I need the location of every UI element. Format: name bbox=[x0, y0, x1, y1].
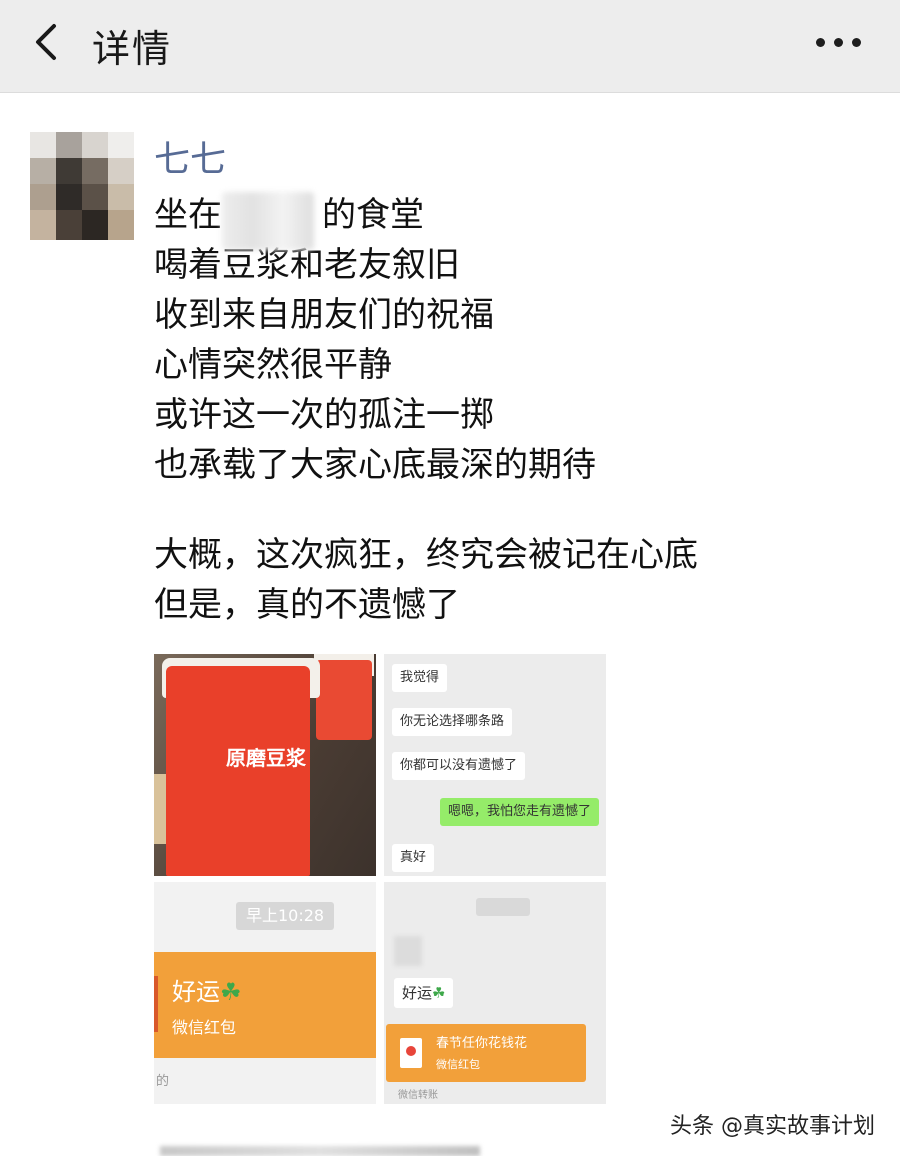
red-packet-label: 微信红包 bbox=[172, 1018, 237, 1037]
red-packet-label: 微信红包 bbox=[436, 1058, 480, 1071]
avatar[interactable] bbox=[30, 132, 134, 240]
cropped-footer bbox=[160, 1146, 480, 1156]
post-text: 坐在 的食堂 喝着豆浆和老友叙旧 收到来自朋友们的祝福 心情突然很平静 或许这一次… bbox=[154, 190, 854, 630]
redacted-blur bbox=[222, 192, 314, 250]
post-line: 大概，这次疯狂，终究会被记在心底 bbox=[154, 535, 698, 575]
author-name[interactable]: 七七 bbox=[154, 130, 226, 182]
red-packet-title: 春节任你花钱花 bbox=[436, 1036, 528, 1051]
red-packet-chat-screenshot[interactable]: 好运☘ 春节任你花钱花 微信红包 微信转账 bbox=[384, 882, 606, 1104]
chat-timestamp bbox=[476, 898, 530, 916]
chat-timestamp: 早上10:28 bbox=[236, 902, 335, 930]
post-line: 心情突然很平静 bbox=[154, 345, 392, 385]
chat-bubble: 真好 bbox=[392, 844, 435, 872]
transfer-tag: 微信转账 bbox=[398, 1090, 438, 1101]
chat-bubble-self: 嗯嗯，我怕您走有遗憾了 bbox=[440, 798, 600, 826]
cup-brand-text: 原磨豆浆 bbox=[226, 746, 306, 770]
red-envelope-icon bbox=[400, 1038, 422, 1068]
watermark: 头条 @真实故事计划 bbox=[670, 1114, 875, 1139]
top-bar: 详情 bbox=[0, 0, 900, 93]
page-title: 详情 bbox=[92, 27, 173, 71]
avatar bbox=[394, 936, 422, 966]
red-packet-card: 春节任你花钱花 微信红包 bbox=[386, 1024, 586, 1082]
chat-bubble: 我觉得 bbox=[392, 664, 448, 692]
clover-icon: ☘ bbox=[432, 984, 446, 1002]
good-luck-text: 好运 bbox=[172, 978, 220, 1006]
chat-bubble: 你无论选择哪条路 bbox=[392, 708, 513, 736]
post-line: 或许这一次的孤注一掷 bbox=[154, 395, 494, 435]
chat-screenshot[interactable]: 我觉得 你无论选择哪条路 你都可以没有遗憾了 嗯嗯，我怕您走有遗憾了 真好 bbox=[384, 654, 606, 876]
post-line: 也承载了大家心底最深的期待 bbox=[154, 445, 596, 485]
clover-icon: ☘ bbox=[220, 978, 242, 1006]
red-packet-card: 好运☘ 微信红包 bbox=[154, 952, 376, 1058]
chat-bubble: 你都可以没有遗憾了 bbox=[392, 752, 526, 780]
more-horizontal-icon[interactable] bbox=[810, 24, 866, 60]
photo-soymilk-cup[interactable]: 原磨豆浆 bbox=[154, 654, 376, 876]
image-grid: 原磨豆浆 我觉得 你无论选择哪条路 你都可以没有遗憾了 嗯嗯，我怕您走有遗憾了 … bbox=[154, 654, 606, 1104]
red-packet-screenshot[interactable]: 早上10:28 好运☘ 微信红包 的 bbox=[154, 882, 376, 1104]
post-line: 收到来自朋友们的祝福 bbox=[154, 295, 494, 335]
chat-note: 的 bbox=[156, 1074, 170, 1089]
post-line: 但是，真的不遗憾了 bbox=[154, 585, 460, 625]
chat-bubble: 好运☘ bbox=[394, 978, 454, 1008]
chevron-left-icon[interactable] bbox=[28, 20, 68, 64]
